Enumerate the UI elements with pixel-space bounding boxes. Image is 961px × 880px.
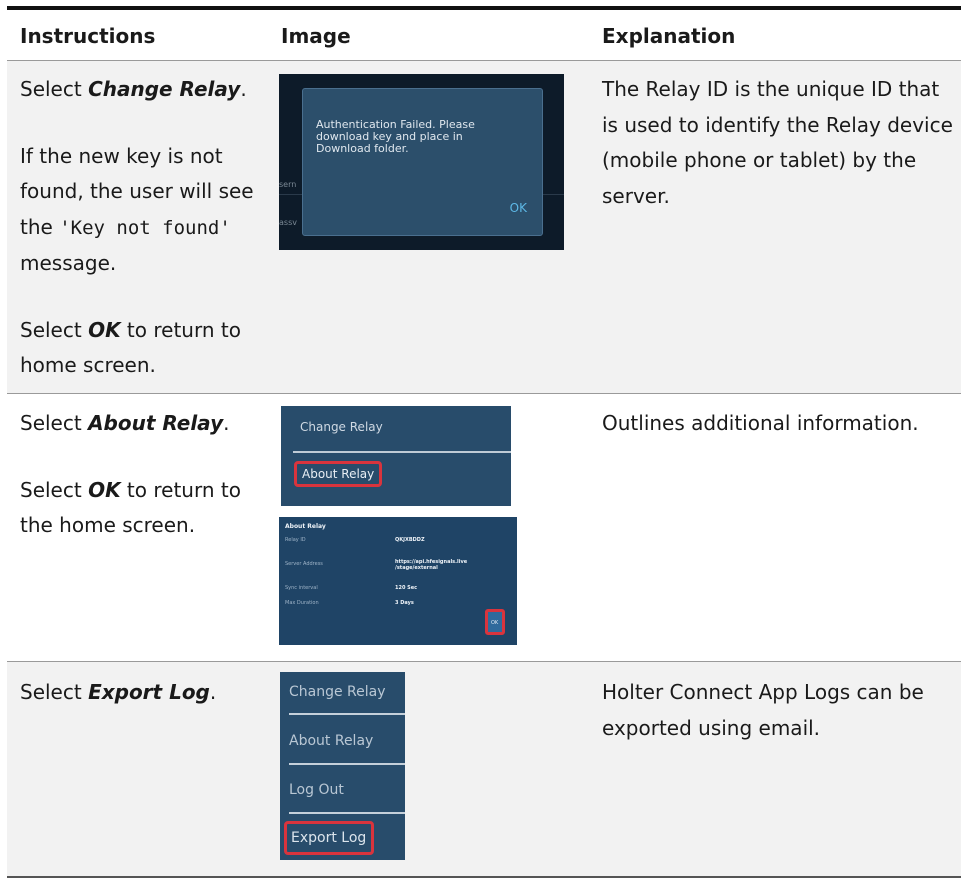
about-relay-screenshot: About Relay Relay ID QKJXBDDZ Server Add… (279, 517, 517, 645)
menu-divider (289, 812, 405, 814)
about-row-label: Server Address (285, 561, 323, 567)
key-not-found-code: 'Key not found' (59, 216, 231, 239)
menu-item-about-relay[interactable]: About Relay (294, 461, 383, 487)
table-row-1-instructions: Select Change Relay. If the new key is n… (20, 77, 254, 377)
about-relay-title: About Relay (285, 523, 326, 530)
table-top-rule (7, 6, 961, 10)
auth-failed-screenshot: sern assv Authentication Failed. Please … (279, 74, 564, 250)
about-relay-term: About Relay (88, 411, 224, 435)
table-row-3-instructions: Select Export Log. (20, 680, 217, 704)
dialog-ok-button[interactable]: OK (510, 201, 527, 215)
table-row-1-explanation: The Relay ID is the unique ID that is us… (602, 77, 953, 208)
partial-username-label: sern (279, 180, 297, 189)
menu-divider (293, 451, 511, 453)
header-explanation: Explanation (602, 24, 736, 48)
auth-failed-dialog: Authentication Failed. Please download k… (302, 88, 543, 236)
menu-screenshot-about: Change Relay About Relay (281, 406, 511, 506)
about-row-label: Sync interval (285, 585, 318, 591)
about-row-label: Max Duration (285, 600, 319, 606)
header-instructions: Instructions (20, 24, 156, 48)
table-row-3-explanation: Holter Connect App Logs can be exported … (602, 680, 924, 740)
about-row-value: QKJXBDDZ (395, 537, 425, 543)
change-relay-term: Change Relay (88, 77, 241, 101)
menu-divider (289, 713, 405, 715)
table-row-2-instructions: Select About Relay. Select OK to return … (20, 411, 241, 537)
partial-password-label: assv (279, 218, 297, 227)
menu-item-log-out[interactable]: Log Out (289, 782, 344, 798)
about-ok-button[interactable]: OK (485, 609, 505, 635)
header-image: Image (281, 24, 351, 48)
export-log-label: Export Log (291, 830, 367, 846)
table-bottom-rule (7, 876, 961, 878)
instructions-table: Instructions Image Explanation Select Ch… (0, 0, 961, 880)
about-row-value: https://api.hfesignals.live /stage/exter… (395, 559, 468, 571)
menu-divider (289, 763, 405, 765)
menu-screenshot-export: Change Relay About Relay Log Out Export … (280, 672, 405, 860)
export-log-term: Export Log (88, 680, 210, 704)
dialog-message: Authentication Failed. Please download k… (316, 118, 475, 155)
about-ok-label: OK (491, 620, 499, 626)
menu-item-about-relay[interactable]: About Relay (289, 733, 373, 749)
menu-item-change-relay[interactable]: Change Relay (289, 684, 386, 700)
about-row-label: Relay ID (285, 537, 306, 543)
menu-item-change-relay[interactable]: Change Relay (300, 420, 383, 434)
about-row-value: 120 Sec (395, 585, 418, 591)
menu-item-export-log[interactable]: Export Log (284, 821, 374, 855)
table-row-2-explanation: Outlines additional information. (602, 411, 919, 435)
row-rule-1 (7, 393, 961, 394)
about-row-value: 3 Days (395, 600, 414, 606)
